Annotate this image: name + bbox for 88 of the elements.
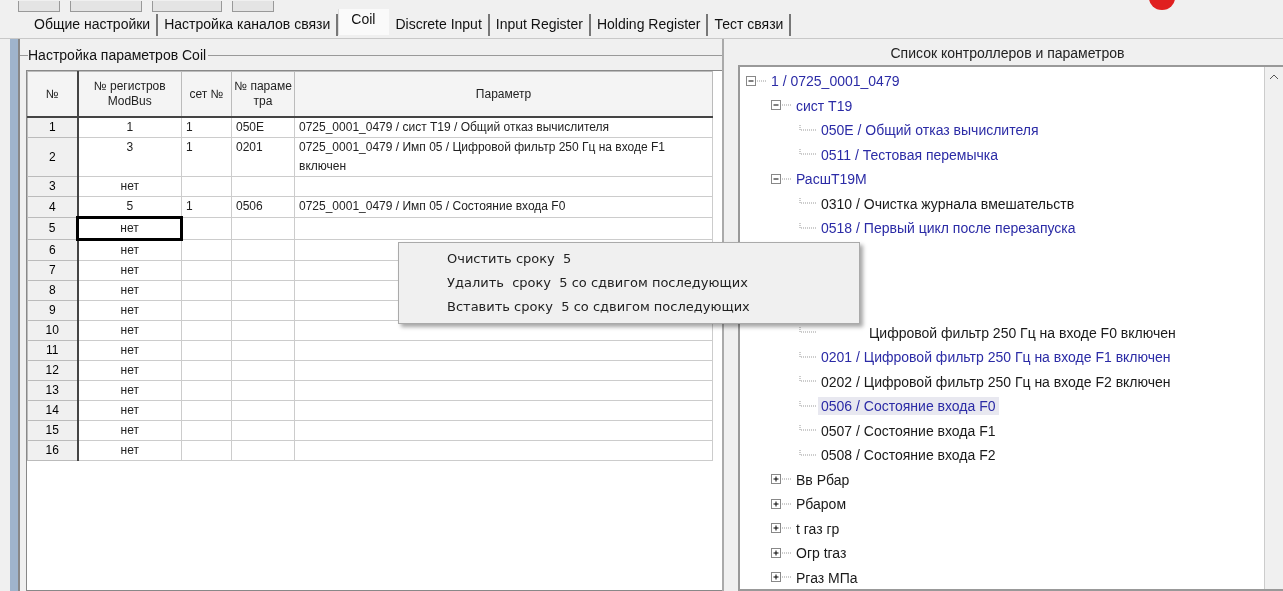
table-cell[interactable]: нет	[77, 420, 182, 441]
tree-item[interactable]: 0518 / Первый цикл после перезапуска	[818, 219, 1079, 238]
tree-item[interactable]: сист Т19	[793, 96, 856, 115]
tab[interactable]: Coil	[338, 9, 390, 35]
tab[interactable]: Input Register	[489, 14, 591, 36]
row-number: 4	[27, 196, 78, 218]
row-number: 8	[27, 280, 78, 301]
toolbar-button[interactable]	[232, 1, 274, 12]
table-cell: 050E	[231, 117, 295, 138]
column-header: № параме тра	[231, 71, 295, 117]
tree-item[interactable]: 0201 / Цифровой фильтр 250 Гц на входе F1 включен	[818, 348, 1174, 367]
tree-item[interactable]: Рбаром	[793, 495, 850, 514]
row-number: 2	[27, 137, 78, 177]
table-cell: 0725_0001_0479 / сист Т19 / Общий отказ вычислителя	[294, 117, 713, 138]
tab[interactable]: Общие настройки	[28, 14, 159, 36]
menu-item[interactable]: Удалить сроку 5 со сдвигом последующих	[399, 271, 859, 295]
menu-item[interactable]: Вставить сроку 5 со сдвигом последующих	[399, 295, 859, 319]
row-number: 14	[27, 400, 78, 421]
tab[interactable]: Тест связи	[708, 14, 792, 36]
collapse-icon[interactable]	[746, 75, 768, 87]
tree-item[interactable]: Pгаз МПа	[793, 568, 861, 587]
row-number: 9	[27, 300, 78, 321]
row-number: 6	[27, 239, 78, 261]
expand-icon[interactable]	[771, 572, 793, 584]
row-number: 10	[27, 320, 78, 341]
table-cell: 0725_0001_0479 / Имп 05 / Цифровой фильтр 250 Гц на входе F1 включен	[294, 137, 713, 177]
tab[interactable]: Discrete Input	[389, 14, 490, 36]
table-cell: 0201	[231, 137, 295, 177]
table-cell[interactable]: 3	[77, 137, 182, 177]
row-number: 11	[27, 340, 78, 361]
group-title: Настройка параметров Coil	[28, 47, 209, 63]
row-number: 15	[27, 420, 78, 441]
row-number: 1	[27, 117, 78, 138]
table-cell[interactable]: нет	[77, 320, 182, 341]
table-cell[interactable]: нет	[77, 300, 182, 321]
panel-title: Список контроллеров и параметров	[889, 44, 1126, 63]
table-cell[interactable]: нет	[77, 440, 182, 461]
tree-item[interactable]: 0508 / Состояние входа F2	[818, 446, 999, 465]
table-cell: 1	[181, 196, 232, 218]
tree-item[interactable]: РасшТ19М	[793, 170, 870, 189]
toolbar-button[interactable]	[70, 1, 142, 12]
table-cell[interactable]: нет	[77, 380, 182, 401]
expand-icon[interactable]	[771, 498, 793, 510]
tree-item[interactable]: 0507 / Состояние входа F1	[818, 421, 999, 440]
column-header: №	[27, 71, 78, 117]
tree-item[interactable]: 050E / Общий отказ вычислителя	[818, 121, 1042, 140]
tree-item[interactable]: 0506 / Состояние входа F0	[818, 397, 999, 416]
collapse-icon[interactable]	[771, 173, 793, 185]
table-cell: 0506	[231, 196, 295, 218]
toolbar-button[interactable]	[18, 1, 60, 12]
column-header: № регистров ModBus	[77, 71, 182, 117]
scrollbar[interactable]	[1264, 67, 1283, 589]
tab[interactable]: Holding Register	[590, 14, 709, 36]
column-header: сет №	[181, 71, 232, 117]
expand-icon[interactable]	[771, 523, 793, 535]
row-number: 12	[27, 360, 78, 381]
expand-icon[interactable]	[771, 474, 793, 486]
table-cell[interactable]: нет	[77, 176, 182, 197]
table-cell: 0725_0001_0479 / Имп 05 / Состояние входа F0	[294, 196, 713, 218]
row-number: 3	[27, 176, 78, 197]
table-cell[interactable]: нет	[77, 217, 182, 240]
table-cell[interactable]: 1	[77, 117, 182, 138]
expand-icon[interactable]	[771, 547, 793, 559]
tree-item[interactable]: 0511 / Тестовая перемычка	[818, 145, 1002, 164]
table-cell[interactable]: нет	[77, 239, 182, 261]
tree-item[interactable]: 1 / 0725_0001_0479	[768, 72, 903, 91]
table-cell[interactable]: нет	[77, 280, 182, 301]
tree-item[interactable]: 0310 / Очистка журнала вмешательств	[818, 194, 1078, 213]
toolbar-button[interactable]	[152, 1, 222, 12]
table-cell: 1	[181, 117, 232, 138]
table-cell[interactable]: нет	[77, 360, 182, 381]
table-cell[interactable]: нет	[77, 400, 182, 421]
tree-item[interactable]: Цифровой фильтр 250 Гц на входе F0 включен	[866, 323, 1179, 342]
row-number: 5	[27, 217, 78, 240]
table-cell[interactable]: нет	[77, 260, 182, 281]
scroll-up-icon[interactable]	[1269, 73, 1279, 81]
table-cell: 1	[181, 137, 232, 177]
row-number: 7	[27, 260, 78, 281]
menu-item[interactable]: Очистить сроку 5	[399, 247, 859, 271]
row-number: 16	[27, 440, 78, 461]
collapse-icon[interactable]	[771, 100, 793, 112]
tree-item[interactable]: 0202 / Цифровой фильтр 250 Гц на входе F2 включен	[818, 372, 1174, 391]
table-cell[interactable]: нет	[77, 340, 182, 361]
column-header: Параметр	[294, 71, 713, 117]
tree-item[interactable]: t газ гр	[793, 519, 843, 538]
row-number: 13	[27, 380, 78, 401]
tree-item[interactable]: Вв Рбар	[793, 470, 853, 489]
tree-item[interactable]: Огр tгаз	[793, 544, 850, 563]
